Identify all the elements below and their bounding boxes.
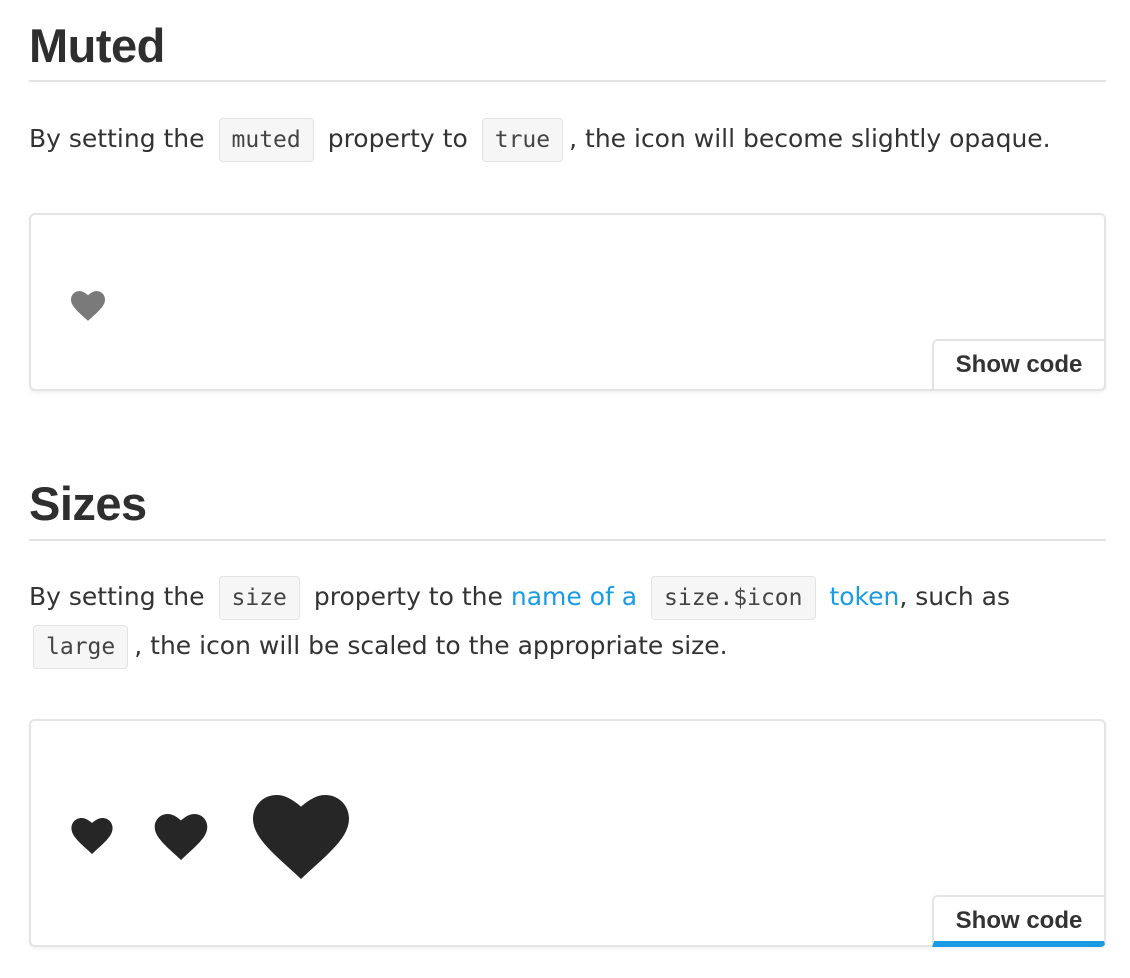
sizes-demo-panel: Show code: [29, 719, 1106, 947]
heart-icon-small: [71, 818, 113, 854]
sizes-section: Sizes By setting the size property to th…: [29, 460, 1106, 970]
code-muted: muted: [218, 118, 314, 162]
token-link[interactable]: token: [829, 582, 899, 611]
muted-section: Muted By setting the muted property to t…: [29, 0, 1106, 400]
sizes-description: By setting the size property to the name…: [29, 573, 1106, 671]
show-code-button[interactable]: Show code: [932, 339, 1106, 391]
sizes-heading: Sizes: [29, 477, 147, 530]
muted-heading: Muted: [29, 19, 165, 72]
show-code-button[interactable]: Show code: [932, 895, 1106, 947]
muted-heading-divider: [29, 80, 1106, 82]
code-true: true: [481, 118, 564, 162]
heart-icon-large: [253, 795, 349, 879]
code-size-icon: size.$icon: [651, 576, 816, 620]
code-size: size: [218, 576, 300, 620]
heart-icon: [71, 291, 105, 321]
code-large: large: [33, 625, 129, 669]
muted-demo-panel: Show code: [29, 213, 1106, 391]
muted-description: By setting the muted property to true, t…: [29, 115, 1106, 164]
heart-icon-medium: [154, 814, 208, 860]
sizes-heading-divider: [29, 539, 1106, 541]
name-of-a-link[interactable]: name of a: [511, 582, 637, 611]
